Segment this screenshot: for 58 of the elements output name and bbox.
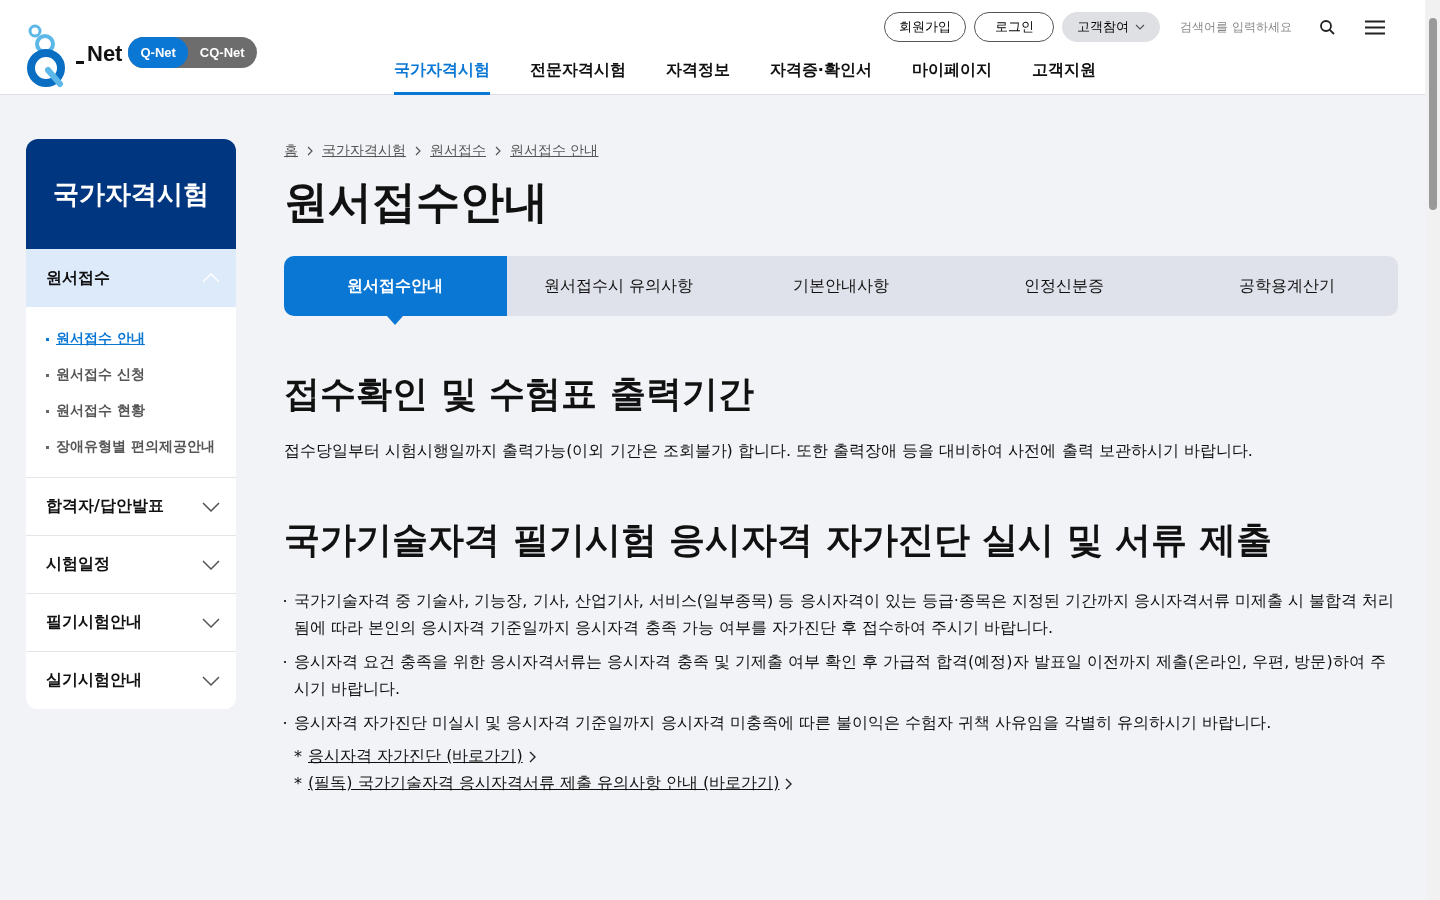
chevron-down-icon xyxy=(202,675,220,686)
logo-text[interactable]: Net xyxy=(87,40,123,67)
section-heading: 접수확인 및 수험표 출력기간 xyxy=(284,372,755,416)
nav-tab[interactable]: 자격정보 xyxy=(665,60,730,95)
pointer-icon xyxy=(387,316,404,325)
chevron-right-icon xyxy=(495,146,501,156)
bullet-icon xyxy=(46,373,49,377)
sidebar-link[interactable]: 원서접수 안내 xyxy=(56,330,145,348)
nav-tab[interactable]: 국가자격시험 xyxy=(393,60,490,95)
bullet-icon xyxy=(46,337,49,341)
search-icon[interactable] xyxy=(1320,19,1335,35)
tab[interactable]: 공학용계산기 xyxy=(1175,256,1398,316)
link[interactable]: (필독) 국가기술자격 응시자격서류 제출 유의사항 안내 (바로가기) xyxy=(308,773,780,794)
nav-tab[interactable]: 마이페이지 xyxy=(911,60,992,95)
bullet-icon xyxy=(46,409,49,413)
util-button[interactable]: 회원가입 xyxy=(884,12,966,42)
sidebar-link[interactable]: 원서접수 현황 xyxy=(56,402,145,420)
chevron-down-icon xyxy=(202,559,220,570)
site-switch-option[interactable]: CQ-Net xyxy=(187,37,257,68)
bullet-text: 국가기술자격 중 기술사, 기능장, 기사, 산업기사, 서비스(일부종목) 등 응시자격이 있는 등급·종목은 지정된 기간까지 응시자격서류 미제출 시 불합격 처리 됨에 따라 본인의 응시자격 기준일까지 응시자격 충족 가능 여부를 자가진단 후 접수하여 주시기 바랍니다. xyxy=(294,590,1396,639)
chevron-right-icon xyxy=(307,146,313,156)
nav-tab[interactable]: 고객지원 xyxy=(1031,60,1096,95)
breadcrumb-link[interactable]: 국가자격시험 xyxy=(322,142,406,160)
menu-icon[interactable] xyxy=(1365,19,1385,35)
logo-dash xyxy=(76,61,84,64)
nav-tab[interactable]: 자격증·확인서 xyxy=(769,60,872,95)
site-switch-option[interactable]: Q-Net xyxy=(128,37,188,68)
breadcrumb-link[interactable]: 홈 xyxy=(284,142,298,160)
asterisk: * xyxy=(294,774,302,793)
sidebar-section[interactable]: 원서접수 xyxy=(26,249,236,307)
chevron-down-icon xyxy=(202,617,220,628)
util-button[interactable]: 로그인 xyxy=(974,12,1054,42)
chevron-right-icon xyxy=(785,777,793,790)
chevron-right-icon xyxy=(528,750,536,763)
tab[interactable]: 원서접수시 유의사항 xyxy=(506,256,730,316)
bullet-icon xyxy=(46,445,49,449)
link[interactable]: 응시자격 자가진단 (바로가기) xyxy=(308,746,523,767)
sidebar-link[interactable]: 장애유형별 편의제공안내 xyxy=(56,438,215,456)
tab[interactable]: 인정신분증 xyxy=(952,256,1176,316)
tab[interactable]: 기본안내사항 xyxy=(729,256,953,316)
search-field[interactable]: 검색어를 입력하세요 xyxy=(1178,19,1312,35)
chevron-right-icon xyxy=(415,146,421,156)
page-title: 원서접수안내 xyxy=(284,175,549,229)
paragraph: 접수당일부터 시험시행일까지 출력가능(이외 기간은 조회불가) 합니다. 또한 출력장애 등을 대비하여 사전에 출력 보관하시기 바랍니다. xyxy=(284,441,1254,462)
nav-tab[interactable]: 전문자격시험 xyxy=(529,60,626,95)
chevron-down-icon xyxy=(1135,24,1145,30)
customer-menu-button[interactable]: 고객참여 xyxy=(1062,12,1160,42)
bullet-text: 응시자격 자가진단 미실시 및 응시자격 기준일까지 응시자격 미충족에 따른 불이익은 수험자 귀책 사유임을 각별히 유의하시기 바랍니다. xyxy=(294,712,1272,734)
asterisk: * xyxy=(294,747,302,766)
bullet-text: 응시자격 요건 충족을 위한 응시자격서류는 응시자격 충족 및 기제출 여부 확인 후 가급적 합격(예정)자 발표일 이전까지 제출(온라인, 우편, 방문)하여 주시기 바랍니다. xyxy=(294,651,1387,700)
scrollbar-drawing[interactable] xyxy=(1426,0,1440,900)
chevron-up-icon xyxy=(202,273,220,283)
sidebar-link[interactable]: 원서접수 신청 xyxy=(56,366,145,384)
sidebar-title: 국가자격시험 xyxy=(26,139,236,249)
breadcrumb-link[interactable]: 원서접수 안내 xyxy=(510,142,599,160)
breadcrumb-link[interactable]: 원서접수 xyxy=(430,142,486,160)
chevron-down-icon xyxy=(202,501,220,512)
section-heading: 국가기술자격 필기시험 응시자격 자가진단 실시 및 서류 제출 xyxy=(284,518,1273,562)
